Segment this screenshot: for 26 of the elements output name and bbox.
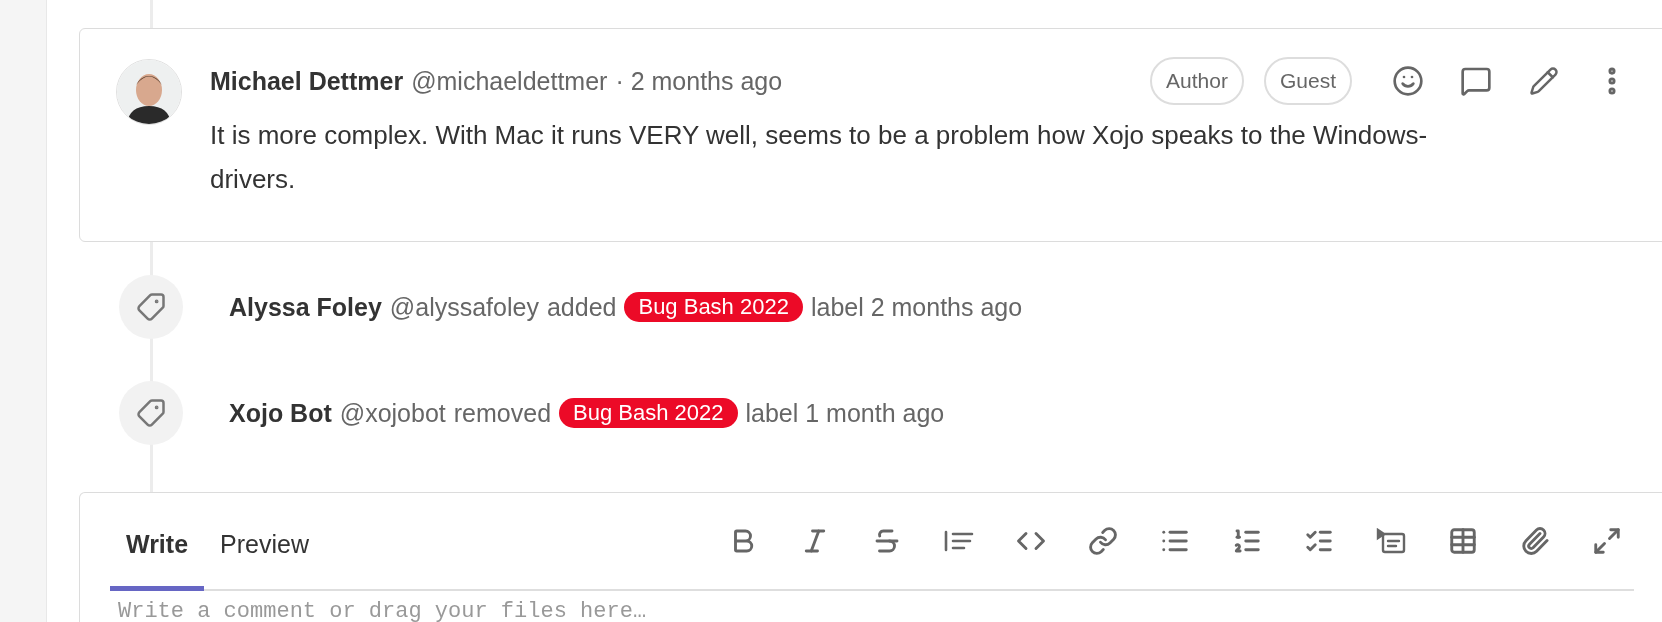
author-name: Michael Dettmer xyxy=(210,66,404,96)
comment-time: · 2 months ago xyxy=(615,66,783,96)
collapsible-section-icon xyxy=(1376,528,1406,554)
link-icon xyxy=(1088,526,1118,556)
label-tag[interactable]: Bug Bash 2022 xyxy=(624,292,803,322)
event-time: label 1 month ago xyxy=(745,398,945,428)
event-action: removed xyxy=(453,398,552,428)
emoji-icon[interactable] xyxy=(1390,63,1426,99)
label-tag[interactable]: Bug Bash 2022 xyxy=(559,398,738,428)
comment-body: It is more complex. With Mac it runs VERY well, seems to be a problem how Xojo speaks to the Windows-drivers. xyxy=(210,119,1429,196)
actor-name: Xojo Bot xyxy=(229,398,332,428)
event-action: added xyxy=(546,292,617,322)
role-badge: Author xyxy=(1150,57,1244,105)
link-button[interactable] xyxy=(1086,524,1120,558)
actor-handle: @xojobot xyxy=(339,398,446,428)
author-handle: @michaeldettmer xyxy=(411,66,608,96)
editor-tab[interactable]: Write xyxy=(110,493,205,591)
fullscreen-icon xyxy=(1592,526,1622,556)
event-time: label 2 months ago xyxy=(810,292,1023,322)
paperclip-icon xyxy=(1520,526,1550,556)
actor-handle: @alyssafoley xyxy=(389,292,539,322)
table-icon xyxy=(1448,526,1478,556)
quote-icon xyxy=(944,530,974,552)
actor-name: Alyssa Foley xyxy=(229,292,382,322)
role-badge: Guest xyxy=(1263,57,1352,105)
editor-tab[interactable]: Preview xyxy=(204,493,325,591)
